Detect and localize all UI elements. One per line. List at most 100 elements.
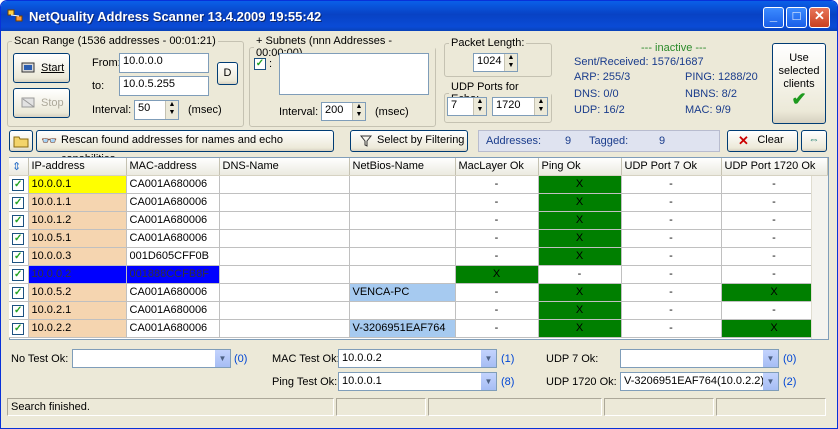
dns-cell	[219, 283, 350, 302]
udp1720-select[interactable]: V-3206951EAF764(10.0.2.2) ▼	[620, 372, 779, 391]
udp-port2-spinner[interactable]: ▲ ▼	[534, 98, 547, 115]
minimize-button[interactable]: _	[763, 7, 784, 28]
use-label-1: Use	[789, 52, 809, 64]
column-header[interactable]: Ping Ok	[538, 158, 622, 176]
ping-test-label: Ping Test Ok:	[272, 376, 338, 388]
table-row[interactable]: ✓ 10.0.2.1 CA001A680006- X - -	[9, 301, 828, 320]
row-check-cell: ✓	[9, 301, 29, 320]
interval-input[interactable]: 50 ▲ ▼	[134, 100, 179, 120]
mac-test-count[interactable]: (1)	[501, 353, 514, 365]
stop-icon	[21, 97, 35, 108]
statusbar-panel-3	[428, 398, 602, 416]
netbios-cell: VENCA-PC	[349, 283, 456, 302]
open-folder-button[interactable]	[9, 130, 33, 152]
netbios-cell	[349, 229, 456, 248]
ping-test-select[interactable]: 10.0.0.1 ▼	[338, 372, 497, 391]
mac-test-select[interactable]: 10.0.0.2 ▼	[338, 349, 497, 368]
dns-cell	[219, 175, 350, 194]
table-row[interactable]: ✓ 10.0.0.1 CA001A680006- X - -	[9, 175, 828, 194]
packet-length-input[interactable]: 1024 ▲ ▼	[473, 53, 518, 72]
udp-port1-spinner[interactable]: ▲ ▼	[473, 98, 486, 115]
subnets-interval-input[interactable]: 200 ▲ ▼	[321, 102, 366, 121]
row-checkbox[interactable]: ✓	[12, 322, 25, 335]
row-check-cell: ✓	[9, 211, 29, 230]
udp7-cell: -	[621, 193, 722, 212]
table-row[interactable]: ✓ 10.0.2.2 CA001A680006 V-3206951EAF764- X - X	[9, 319, 828, 338]
start-button[interactable]: Start	[13, 53, 70, 83]
row-check-cell: ✓	[9, 193, 29, 212]
mac-cell: 001D605CFF0B	[126, 247, 220, 266]
column-header[interactable]: MAC-address	[126, 158, 220, 176]
table-row[interactable]: ✓ 10.0.5.2 CA001A680006 VENCA-PC - X - X	[9, 283, 828, 302]
table-scrollbar[interactable]	[811, 176, 828, 339]
row-check-cell: ✓	[9, 265, 29, 284]
column-header[interactable]: NetBios-Name	[349, 158, 456, 176]
udp1720-label: UDP 1720 Ok:	[546, 376, 617, 388]
filter-button[interactable]: Select by Filtering	[350, 130, 468, 152]
use-selected-clients-button[interactable]: Use selected clients ✔	[772, 43, 826, 124]
udp7-count[interactable]: (0)	[783, 353, 796, 365]
udp1720-count[interactable]: (2)	[783, 376, 796, 388]
ip-cell: 10.0.0.3	[28, 247, 127, 266]
tagged-count: 9	[659, 135, 666, 147]
to-input[interactable]: 10.0.5.255	[119, 76, 209, 96]
rescan-button[interactable]: 👓 Rescan found addresses for names and e…	[36, 130, 334, 165]
table-row[interactable]: ✓ 10.0.1.1 CA001A680006- X - -	[9, 193, 828, 212]
udp7-select[interactable]: ▼	[620, 349, 779, 368]
from-input[interactable]: 10.0.0.0	[119, 53, 209, 73]
row-checkbox[interactable]: ✓	[12, 286, 25, 299]
udp-port1-value: 7	[451, 99, 458, 111]
netbios-cell	[349, 193, 456, 212]
column-header[interactable]: MacLayer Ok	[455, 158, 539, 176]
app-window: NetQuality Address Scanner 13.4.2009 19:…	[0, 0, 838, 429]
ping-cell: X	[538, 247, 622, 266]
scan-range-legend: Scan Range (1536 addresses - 00:01:21)	[14, 35, 216, 47]
stop-button[interactable]: Stop	[13, 88, 70, 118]
chevron-down-icon: ▼	[481, 373, 496, 390]
ping-cell: -	[538, 265, 622, 284]
ping-stat: PING: 1288/20	[685, 71, 758, 83]
arrows-button[interactable]: ⇔	[801, 130, 827, 152]
sort-arrow-icon: ⇕	[12, 160, 22, 173]
no-test-select[interactable]: ▼	[72, 349, 231, 368]
row-checkbox[interactable]: ✓	[12, 196, 25, 209]
packet-length-spinner[interactable]: ▲ ▼	[504, 54, 517, 71]
udp-port1-input[interactable]: 7 ▲ ▼	[447, 97, 487, 116]
row-checkbox[interactable]: ✓	[12, 304, 25, 317]
binoculars-icon: 👓	[41, 133, 58, 148]
table-row[interactable]: ✓ 10.0.0.2 001888CCFB8F X - - -	[9, 265, 828, 284]
ping-cell: X	[538, 229, 622, 248]
row-check-cell: ✓	[9, 175, 29, 194]
ip-cell: 10.0.2.2	[28, 319, 127, 338]
packet-length-value: 1024	[477, 55, 502, 67]
column-header[interactable]: UDP Port 1720 Ok	[721, 158, 828, 176]
subnets-checkbox[interactable]: ✓	[254, 58, 266, 70]
interval-spinner[interactable]: ▲ ▼	[165, 101, 178, 119]
column-header[interactable]: IP-address	[28, 158, 127, 176]
row-checkbox[interactable]: ✓	[12, 178, 25, 191]
clear-button[interactable]: ✕ Clear	[727, 130, 798, 152]
select-all-header[interactable]: ⇕	[9, 158, 29, 176]
row-checkbox[interactable]: ✓	[12, 232, 25, 245]
column-header[interactable]: UDP Port 7 Ok	[621, 158, 722, 176]
table-row[interactable]: ✓ 10.0.0.3 001D605CFF0B - X - -	[9, 247, 828, 266]
row-checkbox[interactable]: ✓	[12, 268, 25, 281]
table-row[interactable]: ✓ 10.0.5.1 CA001A680006- X - -	[9, 229, 828, 248]
subnets-textarea[interactable]	[279, 53, 429, 95]
stop-label: Stop	[41, 97, 64, 109]
no-test-count[interactable]: (0)	[234, 353, 247, 365]
d-button[interactable]: D	[217, 62, 238, 85]
maximize-button[interactable]: □	[786, 7, 807, 28]
subnets-interval-spinner[interactable]: ▲ ▼	[352, 103, 365, 120]
column-header[interactable]: DNS-Name	[219, 158, 350, 176]
udp-port2-input[interactable]: 1720 ▲ ▼	[492, 97, 548, 116]
row-checkbox[interactable]: ✓	[12, 250, 25, 263]
row-check-cell: ✓	[9, 319, 29, 338]
ip-cell: 10.0.5.2	[28, 283, 127, 302]
netbios-cell	[349, 301, 456, 320]
row-checkbox[interactable]: ✓	[12, 214, 25, 227]
ping-test-count[interactable]: (8)	[501, 376, 514, 388]
table-row[interactable]: ✓ 10.0.1.2 CA001A680006- X - -	[9, 211, 828, 230]
dns-cell	[219, 301, 350, 320]
close-button[interactable]: ✕	[809, 7, 830, 28]
